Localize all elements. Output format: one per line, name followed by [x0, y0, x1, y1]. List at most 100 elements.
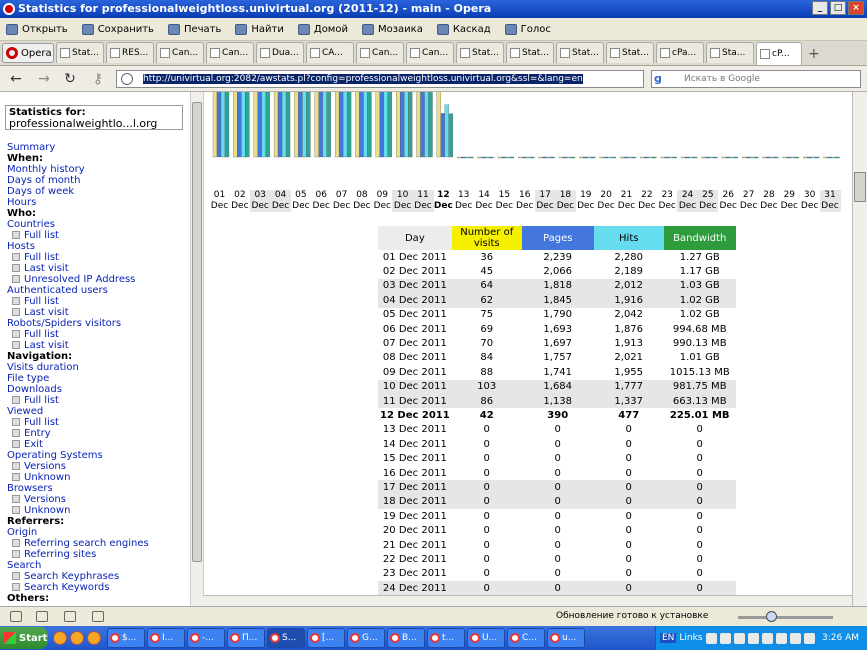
opera-menu-button[interactable]: Opera [2, 43, 54, 63]
menu-sublink[interactable]: Full list [7, 417, 149, 428]
ie-icon[interactable] [53, 631, 67, 645]
browser-tab[interactable]: Sta... [706, 42, 754, 63]
firefox-icon[interactable] [70, 631, 84, 645]
menu-link[interactable]: Operating Systems [7, 450, 149, 461]
menu-link[interactable]: Hours [7, 197, 149, 208]
menu-sublink[interactable]: Versions [7, 461, 149, 472]
browser-tab[interactable]: Can... [356, 42, 404, 63]
new-tab-button[interactable]: + [808, 47, 822, 62]
taskbar-button[interactable]: t... [427, 628, 465, 648]
start-button[interactable]: Start [0, 627, 48, 649]
taskbar-button[interactable]: u... [547, 628, 585, 648]
back-icon[interactable]: ← [8, 71, 24, 87]
menu-sublink[interactable]: Exit [7, 439, 149, 450]
browser-tab[interactable]: Stat... [556, 42, 604, 63]
language-indicator[interactable]: EN [660, 633, 677, 643]
taskbar-button[interactable]: C... [507, 628, 545, 648]
toolbar-home[interactable]: Домой [297, 23, 348, 35]
menu-link[interactable]: Search [7, 560, 149, 571]
share-icon[interactable] [64, 611, 76, 622]
taskbar-button[interactable]: G... [347, 628, 385, 648]
menu-sublink[interactable]: Full list [7, 395, 149, 406]
taskbar-button[interactable]: П... [227, 628, 265, 648]
menu-sublink[interactable]: Last visit [7, 263, 149, 274]
browser-tab[interactable]: Dua... [256, 42, 304, 63]
menu-link[interactable]: Authenticated users [7, 285, 149, 296]
panel-icon[interactable] [10, 611, 22, 622]
menu-sublink[interactable]: Referring search engines [7, 538, 149, 549]
toolbar-save[interactable]: Сохранить [81, 23, 154, 35]
toolbar-tile[interactable]: Мозаика [361, 23, 423, 35]
browser-tab[interactable]: Can... [406, 42, 454, 63]
tray-icon-2[interactable] [719, 632, 731, 644]
menu-link[interactable]: Viewed [7, 406, 149, 417]
menu-sublink[interactable]: Entry [7, 428, 149, 439]
menu-sublink[interactable]: Full list [7, 296, 149, 307]
menu-link[interactable]: Browsers [7, 483, 149, 494]
tray-icon-4[interactable] [747, 632, 759, 644]
menu-sublink[interactable]: Unresolved IP Address [7, 274, 149, 285]
toolbar-print[interactable]: Печать [167, 23, 221, 35]
speed-dial-icon[interactable] [92, 611, 104, 622]
browser-tab[interactable]: cPa... [656, 42, 704, 63]
menu-link[interactable]: Robots/Spiders visitors [7, 318, 149, 329]
links-toolbar[interactable]: Links [679, 633, 702, 643]
taskbar-button[interactable]: I... [147, 628, 185, 648]
browser-tab[interactable]: RES... [106, 42, 154, 63]
taskbar-button[interactable]: [... [307, 628, 345, 648]
tray-icon-1[interactable] [705, 632, 717, 644]
page-scrollbar[interactable] [852, 92, 867, 606]
menu-sublink[interactable]: Full list [7, 329, 149, 340]
menu-sublink[interactable]: Versions [7, 494, 149, 505]
address-field[interactable]: http://univirtual.org:2082/awstats.pl?co… [116, 70, 644, 88]
opera-quicklaunch-icon[interactable] [87, 631, 101, 645]
browser-tab[interactable]: Stat... [456, 42, 504, 63]
browser-tab[interactable]: Stat... [56, 42, 104, 63]
page-scroll-thumb[interactable] [854, 172, 866, 202]
browser-tab[interactable]: cP... [756, 42, 802, 65]
browser-tab[interactable]: CA... [306, 42, 354, 63]
browser-tab[interactable]: Stat... [606, 42, 654, 63]
menu-scrollbar[interactable] [190, 92, 203, 606]
tray-icon-5[interactable] [761, 632, 773, 644]
taskbar-button[interactable]: U... [467, 628, 505, 648]
browser-tab[interactable]: Can... [206, 42, 254, 63]
menu-scroll-thumb[interactable] [192, 102, 202, 562]
menu-link[interactable]: Downloads [7, 384, 149, 395]
taskbar-button[interactable]: $... [107, 628, 145, 648]
toolbar-voice[interactable]: Голос [504, 23, 551, 35]
menu-sublink[interactable]: Search Keyphrases [7, 571, 149, 582]
toolbar-open[interactable]: Открыть [6, 23, 68, 35]
menu-link[interactable]: Days of month [7, 175, 149, 186]
menu-link[interactable]: Visits duration [7, 362, 149, 373]
browser-tab[interactable]: Stat... [506, 42, 554, 63]
taskbar-button[interactable]: -... [187, 628, 225, 648]
key-icon[interactable]: ⚷ [90, 71, 106, 87]
minimize-button[interactable]: _ [812, 1, 828, 15]
horizontal-scrollbar[interactable] [203, 595, 852, 606]
toolbar-find[interactable]: Найти [235, 23, 284, 35]
menu-link[interactable]: Hosts [7, 241, 149, 252]
tray-icon-7[interactable] [789, 632, 801, 644]
menu-link[interactable]: Countries [7, 219, 149, 230]
menu-sublink[interactable]: Referring sites [7, 549, 149, 560]
toolbar-cascade[interactable]: Каскад [436, 23, 491, 35]
menu-sublink[interactable]: Search Keywords [7, 582, 149, 593]
tray-icon-6[interactable] [775, 632, 787, 644]
close-button[interactable]: × [848, 1, 864, 15]
menu-link[interactable]: File type [7, 373, 149, 384]
zoom-knob[interactable] [766, 611, 777, 622]
menu-sublink[interactable]: Full list [7, 230, 149, 241]
browser-tab[interactable]: Can... [156, 42, 204, 63]
search-field[interactable]: g Искать в Google [651, 70, 861, 88]
reload-icon[interactable]: ↻ [62, 71, 78, 87]
cloud-icon[interactable] [36, 611, 48, 622]
menu-sublink[interactable]: Unknown [7, 472, 149, 483]
menu-link[interactable]: Origin [7, 527, 149, 538]
menu-link[interactable]: Days of week [7, 186, 149, 197]
taskbar-button[interactable]: S... [267, 628, 305, 648]
menu-sublink[interactable]: Last visit [7, 307, 149, 318]
menu-link[interactable]: Monthly history [7, 164, 149, 175]
tray-icon-3[interactable] [733, 632, 745, 644]
menu-sublink[interactable]: Full list [7, 252, 149, 263]
